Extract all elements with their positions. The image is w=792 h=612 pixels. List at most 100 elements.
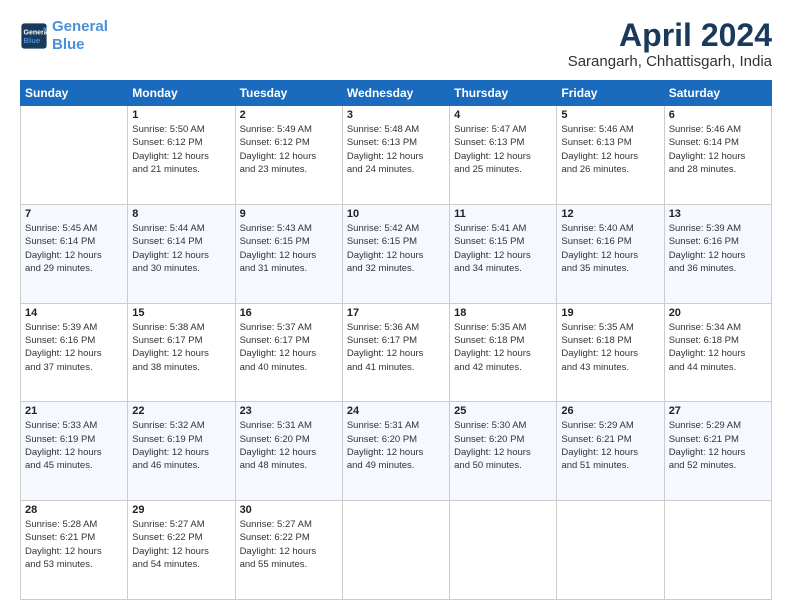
day-cell: 25 Sunrise: 5:30 AMSunset: 6:20 PMDayligh… xyxy=(450,402,557,501)
day-cell: 29 Sunrise: 5:27 AMSunset: 6:22 PMDayligh… xyxy=(128,501,235,600)
day-number: 9 xyxy=(240,208,338,220)
header-wednesday: Wednesday xyxy=(342,81,449,106)
day-cell: 28 Sunrise: 5:28 AMSunset: 6:21 PMDayligh… xyxy=(21,501,128,600)
day-info: Sunrise: 5:41 AMSunset: 6:15 PMDaylight:… xyxy=(454,222,552,275)
day-number: 26 xyxy=(561,405,659,417)
day-cell: 3 Sunrise: 5:48 AMSunset: 6:13 PMDaylight… xyxy=(342,106,449,205)
day-info: Sunrise: 5:32 AMSunset: 6:19 PMDaylight:… xyxy=(132,419,230,472)
day-info: Sunrise: 5:37 AMSunset: 6:17 PMDaylight:… xyxy=(240,321,338,374)
day-cell: 24 Sunrise: 5:31 AMSunset: 6:20 PMDayligh… xyxy=(342,402,449,501)
day-number: 30 xyxy=(240,504,338,516)
day-cell: 27 Sunrise: 5:29 AMSunset: 6:21 PMDayligh… xyxy=(664,402,771,501)
day-info: Sunrise: 5:48 AMSunset: 6:13 PMDaylight:… xyxy=(347,123,445,176)
month-title: April 2024 xyxy=(568,18,772,53)
day-number: 14 xyxy=(25,307,123,319)
day-info: Sunrise: 5:30 AMSunset: 6:20 PMDaylight:… xyxy=(454,419,552,472)
day-cell: 21Sunrise: 5:33 AMSunset: 6:19 PMDayligh… xyxy=(21,402,128,501)
week-row-5: 28 Sunrise: 5:28 AMSunset: 6:21 PMDayligh… xyxy=(21,501,772,600)
day-number: 4 xyxy=(454,109,552,121)
day-info: Sunrise: 5:49 AMSunset: 6:12 PMDaylight:… xyxy=(240,123,338,176)
day-cell xyxy=(450,501,557,600)
day-cell: 20Sunrise: 5:34 AMSunset: 6:18 PMDayligh… xyxy=(664,303,771,402)
title-block: April 2024 Sarangarh, Chhattisgarh, Indi… xyxy=(568,18,772,70)
logo-text: GeneralBlue xyxy=(52,18,108,54)
day-info: Sunrise: 5:35 AMSunset: 6:18 PMDaylight:… xyxy=(561,321,659,374)
day-number: 2 xyxy=(240,109,338,121)
day-info: Sunrise: 5:46 AMSunset: 6:13 PMDaylight:… xyxy=(561,123,659,176)
day-number: 18 xyxy=(454,307,552,319)
day-cell: 6Sunrise: 5:46 AMSunset: 6:14 PMDaylight… xyxy=(664,106,771,205)
day-cell: 1 Sunrise: 5:50 AMSunset: 6:12 PMDaylight… xyxy=(128,106,235,205)
day-cell: 17 Sunrise: 5:36 AMSunset: 6:17 PMDayligh… xyxy=(342,303,449,402)
svg-text:Blue: Blue xyxy=(24,36,41,45)
day-info: Sunrise: 5:27 AMSunset: 6:22 PMDaylight:… xyxy=(132,518,230,571)
calendar-table: SundayMondayTuesdayWednesdayThursdayFrid… xyxy=(20,80,772,600)
day-cell: 15 Sunrise: 5:38 AMSunset: 6:17 PMDayligh… xyxy=(128,303,235,402)
day-info: Sunrise: 5:50 AMSunset: 6:12 PMDaylight:… xyxy=(132,123,230,176)
day-info: Sunrise: 5:44 AMSunset: 6:14 PMDaylight:… xyxy=(132,222,230,275)
logo-icon: General Blue xyxy=(20,22,48,50)
day-number: 5 xyxy=(561,109,659,121)
day-number: 19 xyxy=(561,307,659,319)
day-info: Sunrise: 5:38 AMSunset: 6:17 PMDaylight:… xyxy=(132,321,230,374)
day-info: Sunrise: 5:39 AMSunset: 6:16 PMDaylight:… xyxy=(25,321,123,374)
day-number: 16 xyxy=(240,307,338,319)
day-number: 24 xyxy=(347,405,445,417)
page-header: General Blue GeneralBlue April 2024 Sara… xyxy=(20,18,772,70)
calendar-page: General Blue GeneralBlue April 2024 Sara… xyxy=(0,0,792,612)
day-cell: 14 Sunrise: 5:39 AMSunset: 6:16 PMDayligh… xyxy=(21,303,128,402)
day-info: Sunrise: 5:28 AMSunset: 6:21 PMDaylight:… xyxy=(25,518,123,571)
day-cell: 22 Sunrise: 5:32 AMSunset: 6:19 PMDayligh… xyxy=(128,402,235,501)
day-info: Sunrise: 5:47 AMSunset: 6:13 PMDaylight:… xyxy=(454,123,552,176)
day-info: Sunrise: 5:31 AMSunset: 6:20 PMDaylight:… xyxy=(347,419,445,472)
week-row-1: 1 Sunrise: 5:50 AMSunset: 6:12 PMDaylight… xyxy=(21,106,772,205)
day-number: 10 xyxy=(347,208,445,220)
header-tuesday: Tuesday xyxy=(235,81,342,106)
day-number: 21 xyxy=(25,405,123,417)
day-info: Sunrise: 5:34 AMSunset: 6:18 PMDaylight:… xyxy=(669,321,767,374)
week-row-4: 21Sunrise: 5:33 AMSunset: 6:19 PMDayligh… xyxy=(21,402,772,501)
day-cell: 8 Sunrise: 5:44 AMSunset: 6:14 PMDaylight… xyxy=(128,204,235,303)
day-info: Sunrise: 5:27 AMSunset: 6:22 PMDaylight:… xyxy=(240,518,338,571)
header-friday: Friday xyxy=(557,81,664,106)
header-row: SundayMondayTuesdayWednesdayThursdayFrid… xyxy=(21,81,772,106)
week-row-2: 7 Sunrise: 5:45 AMSunset: 6:14 PMDaylight… xyxy=(21,204,772,303)
header-sunday: Sunday xyxy=(21,81,128,106)
logo: General Blue GeneralBlue xyxy=(20,18,108,54)
day-number: 22 xyxy=(132,405,230,417)
day-cell: 4 Sunrise: 5:47 AMSunset: 6:13 PMDaylight… xyxy=(450,106,557,205)
day-cell: 19 Sunrise: 5:35 AMSunset: 6:18 PMDayligh… xyxy=(557,303,664,402)
day-number: 1 xyxy=(132,109,230,121)
day-cell: 23 Sunrise: 5:31 AMSunset: 6:20 PMDayligh… xyxy=(235,402,342,501)
day-cell: 18Sunrise: 5:35 AMSunset: 6:18 PMDayligh… xyxy=(450,303,557,402)
header-saturday: Saturday xyxy=(664,81,771,106)
day-number: 3 xyxy=(347,109,445,121)
day-cell xyxy=(21,106,128,205)
day-info: Sunrise: 5:36 AMSunset: 6:17 PMDaylight:… xyxy=(347,321,445,374)
week-row-3: 14 Sunrise: 5:39 AMSunset: 6:16 PMDayligh… xyxy=(21,303,772,402)
day-number: 15 xyxy=(132,307,230,319)
day-cell xyxy=(342,501,449,600)
day-info: Sunrise: 5:43 AMSunset: 6:15 PMDaylight:… xyxy=(240,222,338,275)
day-cell: 12 Sunrise: 5:40 AMSunset: 6:16 PMDayligh… xyxy=(557,204,664,303)
day-number: 28 xyxy=(25,504,123,516)
day-number: 12 xyxy=(561,208,659,220)
day-info: Sunrise: 5:45 AMSunset: 6:14 PMDaylight:… xyxy=(25,222,123,275)
day-number: 27 xyxy=(669,405,767,417)
day-number: 13 xyxy=(669,208,767,220)
day-number: 8 xyxy=(132,208,230,220)
day-cell xyxy=(664,501,771,600)
day-info: Sunrise: 5:29 AMSunset: 6:21 PMDaylight:… xyxy=(669,419,767,472)
day-info: Sunrise: 5:42 AMSunset: 6:15 PMDaylight:… xyxy=(347,222,445,275)
day-info: Sunrise: 5:39 AMSunset: 6:16 PMDaylight:… xyxy=(669,222,767,275)
day-number: 7 xyxy=(25,208,123,220)
day-info: Sunrise: 5:40 AMSunset: 6:16 PMDaylight:… xyxy=(561,222,659,275)
day-cell: 11Sunrise: 5:41 AMSunset: 6:15 PMDayligh… xyxy=(450,204,557,303)
location: Sarangarh, Chhattisgarh, India xyxy=(568,53,772,70)
day-number: 17 xyxy=(347,307,445,319)
day-info: Sunrise: 5:31 AMSunset: 6:20 PMDaylight:… xyxy=(240,419,338,472)
day-number: 23 xyxy=(240,405,338,417)
day-cell: 5 Sunrise: 5:46 AMSunset: 6:13 PMDaylight… xyxy=(557,106,664,205)
day-number: 29 xyxy=(132,504,230,516)
day-number: 25 xyxy=(454,405,552,417)
